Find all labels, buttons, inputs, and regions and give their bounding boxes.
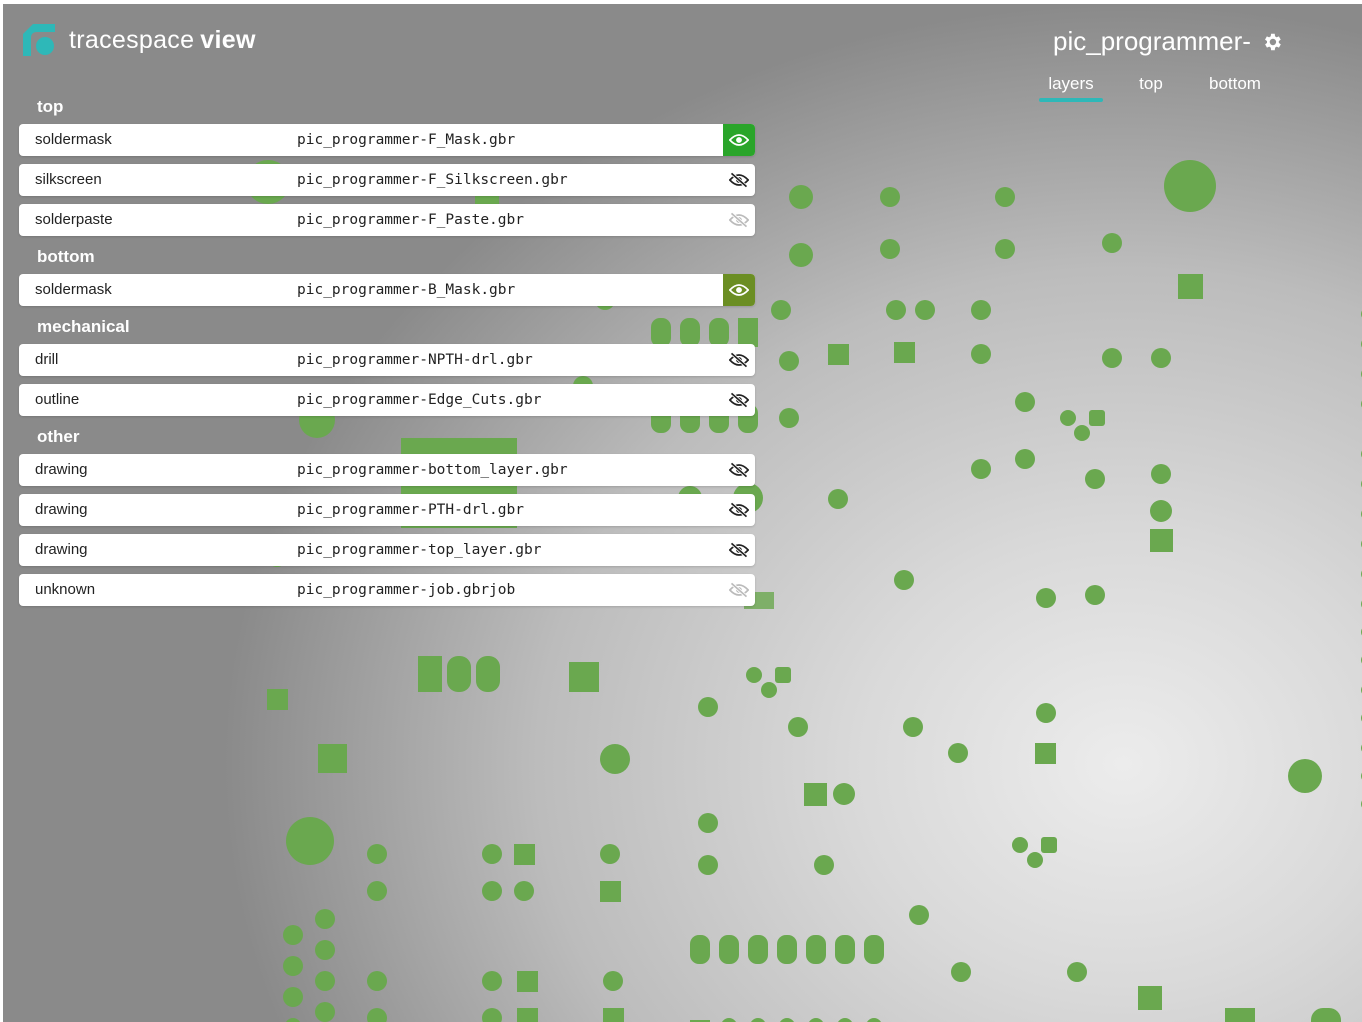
layer-type: drawing [35,541,88,558]
eye-slash-icon [729,582,749,598]
tracespace-logo-icon [23,24,55,56]
tab-top[interactable]: top [1119,72,1183,100]
layer-type: soldermask [35,131,112,148]
tab-bottom[interactable]: bottom [1195,72,1275,100]
group-title-bottom: bottom [37,247,95,266]
eye-slash-icon [729,502,749,518]
visibility-toggle[interactable] [723,574,755,606]
board-title[interactable]: pic_programmer- [1053,26,1251,57]
group-title-top: top [37,97,64,116]
layer-type: soldermask [35,281,112,298]
app-window: tracespace view pic_programmer- layers to… [0,0,1362,1022]
layers-panel: top soldermask pic_programmer-F_Mask.gbr… [19,94,755,614]
brand: tracespace view [23,24,256,56]
layer-row-top-solderpaste[interactable]: solderpaste pic_programmer-F_Paste.gbr [19,204,755,236]
tab-layers[interactable]: layers [1039,72,1103,102]
visibility-toggle[interactable] [723,164,755,196]
eye-slash-icon [729,392,749,408]
layer-type: silkscreen [35,171,102,188]
layer-type: drill [35,351,59,368]
layer-type: drawing [35,461,88,478]
layer-row-drawing-pth[interactable]: drawing pic_programmer-PTH-drl.gbr [19,494,755,526]
layer-filename: pic_programmer-top_layer.gbr [297,542,542,558]
gear-icon[interactable] [1261,31,1283,53]
layer-filename: pic_programmer-Edge_Cuts.gbr [297,392,542,408]
layer-filename: pic_programmer-B_Mask.gbr [297,282,516,298]
layer-filename: pic_programmer-bottom_layer.gbr [297,462,568,478]
layer-row-bottom-soldermask[interactable]: soldermask pic_programmer-B_Mask.gbr [19,274,755,306]
group-title-mechanical: mechanical [37,317,130,336]
visibility-toggle[interactable] [723,384,755,416]
visibility-toggle[interactable] [723,534,755,566]
layer-row-top-soldermask[interactable]: soldermask pic_programmer-F_Mask.gbr [19,124,755,156]
eye-slash-icon [729,352,749,368]
visibility-toggle[interactable] [723,344,755,376]
layer-filename: pic_programmer-F_Silkscreen.gbr [297,172,568,188]
layer-filename: pic_programmer-PTH-drl.gbr [297,502,524,518]
view-tabs: layers top bottom [1039,72,1275,102]
eye-icon [729,284,749,296]
eye-slash-icon [729,542,749,558]
eye-icon [729,134,749,146]
layer-filename: pic_programmer-job.gbrjob [297,582,516,598]
eye-slash-icon [729,212,749,228]
brand-suffix: view [200,25,256,54]
layer-type: unknown [35,581,96,598]
layer-row-outline[interactable]: outline pic_programmer-Edge_Cuts.gbr [19,384,755,416]
visibility-toggle[interactable] [723,454,755,486]
visibility-toggle[interactable] [723,124,755,156]
layer-type: solderpaste [35,211,113,228]
visibility-toggle[interactable] [723,274,755,306]
layer-row-drawing-bottom[interactable]: drawing pic_programmer-bottom_layer.gbr [19,454,755,486]
group-title-other: other [37,427,80,446]
layer-type: drawing [35,501,88,518]
eye-slash-icon [729,462,749,478]
layer-row-drill[interactable]: drill pic_programmer-NPTH-drl.gbr [19,344,755,376]
layer-type: outline [35,391,80,408]
visibility-toggle[interactable] [723,204,755,236]
eye-slash-icon [729,172,749,188]
brand-name: tracespace [69,25,195,54]
layer-row-unknown[interactable]: unknown pic_programmer-job.gbrjob [19,574,755,606]
brand-text: tracespace view [69,26,256,55]
visibility-toggle[interactable] [723,494,755,526]
layer-row-drawing-top[interactable]: drawing pic_programmer-top_layer.gbr [19,534,755,566]
layer-filename: pic_programmer-NPTH-drl.gbr [297,352,533,368]
layer-filename: pic_programmer-F_Paste.gbr [297,212,524,228]
layer-filename: pic_programmer-F_Mask.gbr [297,132,516,148]
layer-row-top-silkscreen[interactable]: silkscreen pic_programmer-F_Silkscreen.g… [19,164,755,196]
